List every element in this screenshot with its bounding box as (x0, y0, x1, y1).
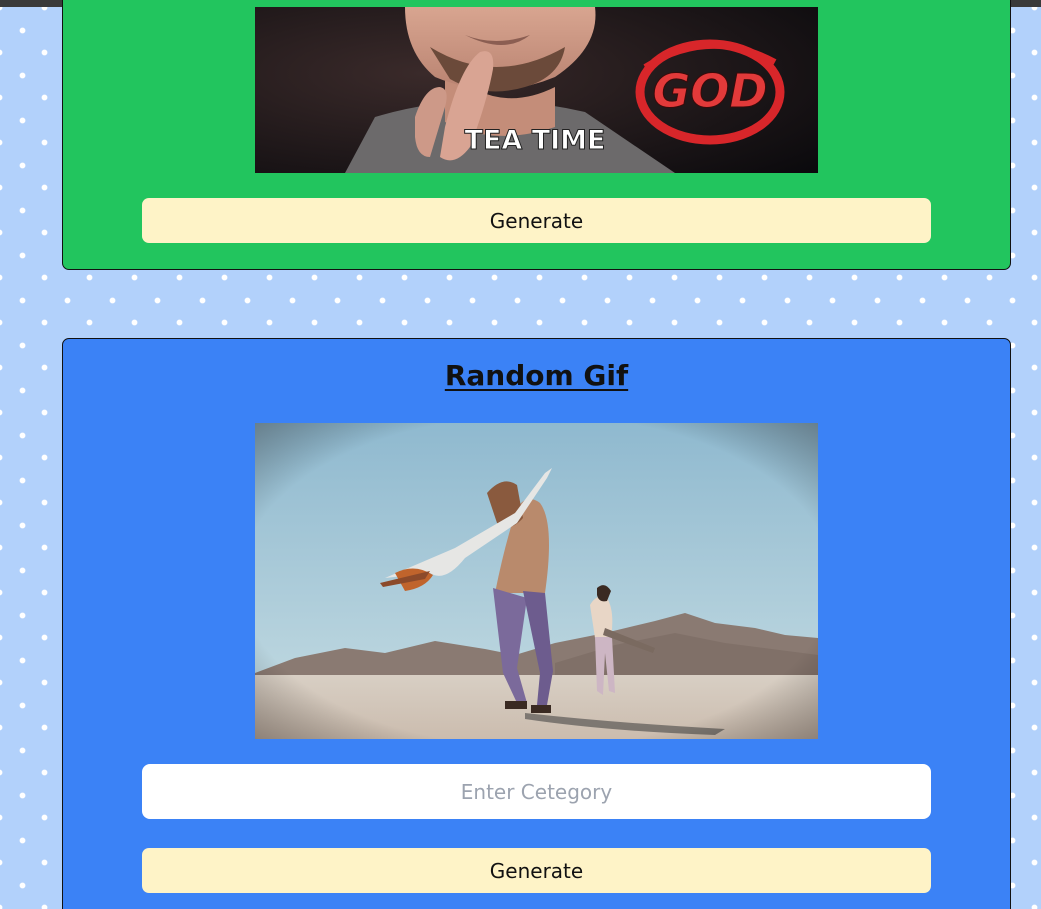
gif-logo-text: GOD (652, 64, 767, 118)
gif-caption-text: TEA TIME (465, 125, 606, 156)
random-gif-title: Random Gif (444, 359, 629, 392)
generate-tag-gif-button[interactable]: Generate (142, 198, 931, 243)
random-gif-image (255, 423, 818, 739)
random-gif-card: Random Gif Enter Cetegory Generate (62, 338, 1011, 909)
category-input[interactable] (142, 764, 931, 819)
tag-gif-image: GOD TEA TIME (255, 7, 818, 173)
tag-gif-card: GOD TEA TIME Generate (62, 0, 1011, 270)
generate-random-gif-button[interactable]: Generate (142, 848, 931, 893)
